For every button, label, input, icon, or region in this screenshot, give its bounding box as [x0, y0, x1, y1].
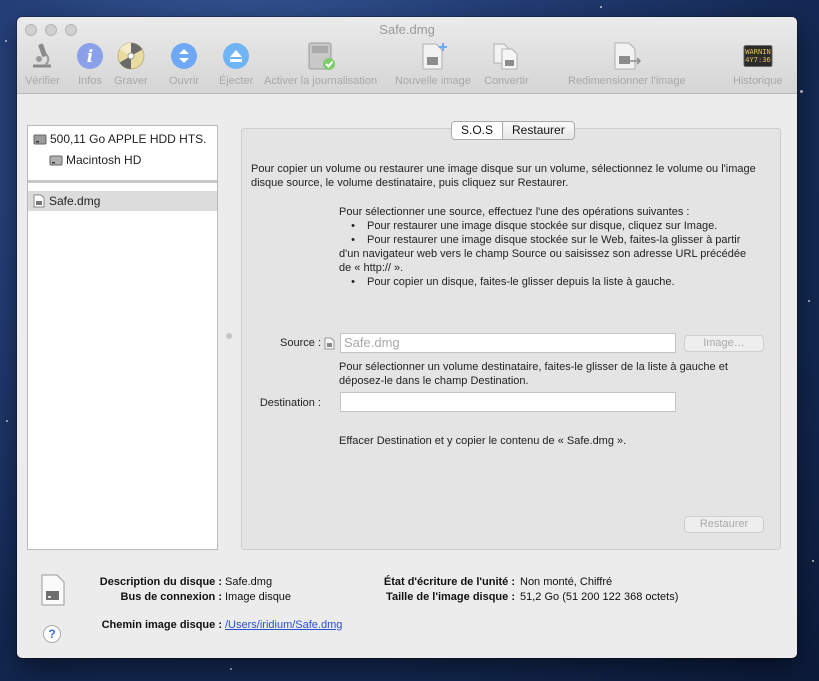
- burn-button[interactable]: Graver: [114, 41, 148, 87]
- log-button[interactable]: WARNIN 4Y7:36 Historique: [733, 41, 783, 87]
- log-icon: WARNIN 4Y7:36: [743, 41, 773, 71]
- desktop-star: [6, 420, 8, 422]
- source-instructions-list: • Pour restaurer une image disque stocké…: [339, 219, 759, 289]
- verify-label: Vérifier: [25, 75, 60, 87]
- burn-label: Graver: [114, 75, 148, 87]
- tab-restore[interactable]: Restaurer: [503, 122, 574, 139]
- question-icon: ?: [48, 627, 56, 641]
- desktop-star: [600, 6, 602, 8]
- info-label: Infos: [78, 75, 102, 87]
- disk-description-value: Safe.dmg: [225, 576, 273, 588]
- sidebar-item-label: 500,11 Go APPLE HDD HTS.: [50, 132, 207, 146]
- convert-icon: [491, 41, 521, 71]
- resize-image-button[interactable]: Redimensionner l'image: [568, 41, 686, 87]
- destination-field[interactable]: [340, 392, 676, 412]
- list-item: • Pour copier un disque, faites-le gliss…: [339, 275, 759, 289]
- source-field[interactable]: Safe.dmg: [340, 333, 676, 353]
- bullet-text: Pour restaurer une image disque stockée …: [367, 220, 718, 232]
- bullet: •: [351, 276, 355, 288]
- microscope-icon: [27, 41, 57, 71]
- write-status-value: Non monté, Chiffré: [520, 576, 613, 588]
- convert-label: Convertir: [484, 75, 529, 87]
- connection-bus-value: Image disque: [225, 591, 292, 603]
- new-image-icon: [418, 41, 448, 71]
- tab-first-aid[interactable]: S.O.S: [452, 122, 504, 139]
- eject-label: Éjecter: [219, 75, 254, 87]
- volume-icon: [49, 155, 63, 166]
- disk-list: 500,11 Go APPLE HDD HTS. Macintosh HD Sa…: [27, 125, 218, 550]
- resize-image-icon: [612, 41, 642, 71]
- list-item: • Pour restaurer une image disque stocké…: [339, 219, 759, 233]
- image-path-label: Chemin image disque :: [101, 619, 222, 631]
- bullet-text: Pour restaurer une image disque stockée …: [339, 234, 747, 274]
- hard-disk-icon: [33, 134, 47, 145]
- erase-note: Effacer Destination et y copier le conte…: [339, 435, 627, 447]
- desktop-star: [808, 300, 810, 302]
- write-status-label: État d'écriture de l'unité :: [383, 576, 515, 588]
- list-item: • Pour restaurer une image disque stocké…: [339, 233, 759, 275]
- sidebar-item-hard-disk[interactable]: 500,11 Go APPLE HDD HTS.: [28, 129, 217, 149]
- mount-label: Ouvrir: [169, 75, 199, 87]
- split-view-handle[interactable]: [226, 333, 232, 339]
- sidebar-item-safe-dmg[interactable]: Safe.dmg: [28, 191, 217, 211]
- mount-icon: [169, 41, 199, 71]
- window-title: Safe.dmg: [379, 22, 435, 37]
- new-image-label: Nouvelle image: [395, 75, 471, 87]
- eject-button[interactable]: Éjecter: [219, 41, 253, 87]
- bullet: •: [351, 220, 355, 232]
- source-label: Source :: [280, 337, 321, 349]
- connection-bus-label: Bus de connexion :: [120, 591, 222, 603]
- disk-image-icon: [33, 194, 45, 208]
- resize-image-label: Redimensionner l'image: [568, 75, 686, 87]
- bullet-text: Pour copier un disque, faites-le glisser…: [367, 276, 675, 288]
- sidebar-item-macintosh-hd[interactable]: Macintosh HD: [28, 150, 217, 170]
- toolbar: Safe.dmg Vérifier i Infos Graver Ouvrir …: [17, 17, 797, 94]
- desktop-star: [812, 560, 814, 562]
- image-size-label: Taille de l'image disque :: [386, 591, 515, 603]
- desktop-star: [800, 90, 803, 93]
- restore-button[interactable]: Restaurer: [684, 516, 764, 533]
- log-label: Historique: [733, 75, 783, 87]
- restore-intro: Pour copier un volume ou restaurer une i…: [251, 163, 756, 189]
- convert-button[interactable]: Convertir: [484, 41, 529, 87]
- destination-label: Destination :: [259, 397, 321, 409]
- image-size-value: 51,2 Go (51 200 122 368 octets): [520, 591, 679, 603]
- source-intro: Pour sélectionner une source, effectuez …: [339, 206, 690, 218]
- burn-icon: [116, 41, 146, 71]
- eject-icon: [221, 41, 251, 71]
- sidebar-item-label: Safe.dmg: [49, 194, 101, 208]
- image-path-link[interactable]: /Users/iridium/Safe.dmg: [225, 619, 342, 631]
- verify-button[interactable]: Vérifier: [25, 41, 60, 87]
- svg-text:i: i: [87, 47, 93, 67]
- enable-journaling-button[interactable]: Activer la journalisation: [264, 41, 377, 87]
- info-button[interactable]: i Infos: [75, 41, 105, 87]
- disk-image-icon: [324, 337, 335, 350]
- image-button[interactable]: Image…: [684, 335, 764, 352]
- desktop-star: [5, 40, 7, 42]
- sidebar-item-label: Macintosh HD: [66, 153, 142, 167]
- disk-description-label: Description du disque :: [99, 576, 222, 588]
- enable-journaling-icon: [306, 41, 336, 71]
- log-text-2: 4Y7:36: [745, 55, 770, 64]
- new-image-button[interactable]: Nouvelle image: [395, 41, 471, 87]
- tab-bar: S.O.S Restaurer: [451, 121, 575, 140]
- enable-journaling-label: Activer la journalisation: [264, 75, 378, 87]
- desktop-star: [230, 668, 232, 670]
- mount-button[interactable]: Ouvrir: [169, 41, 199, 87]
- destination-intro: Pour sélectionner un volume destinataire…: [339, 361, 728, 387]
- disk-utility-window: Safe.dmg Vérifier i Infos Graver Ouvrir …: [17, 17, 797, 658]
- sidebar-divider: [28, 180, 217, 183]
- info-icon: i: [75, 41, 105, 71]
